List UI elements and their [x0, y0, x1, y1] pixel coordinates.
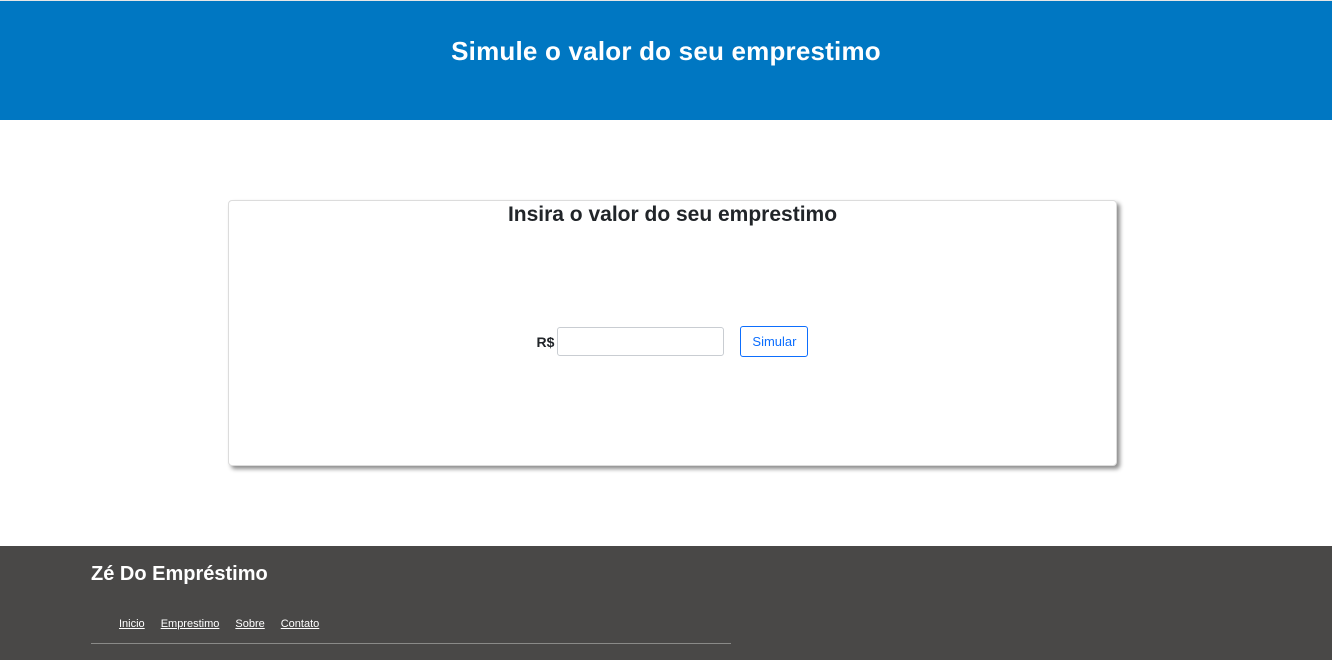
loan-simulation-card: Insira o valor do seu emprestimo R$ Simu…	[228, 200, 1117, 466]
footer-link-emprestimo[interactable]: Emprestimo	[161, 618, 220, 630]
loan-form: R$ Simular	[229, 326, 1116, 357]
footer-divider	[91, 643, 731, 644]
footer-link-inicio[interactable]: Inicio	[119, 618, 145, 630]
footer-brand: Zé Do Empréstimo	[91, 563, 268, 585]
footer-link-sobre[interactable]: Sobre	[235, 618, 264, 630]
page-title: Simule o valor do seu emprestimo	[451, 36, 881, 66]
top-banner: Simule o valor do seu emprestimo	[0, 0, 1332, 120]
footer-link-contato[interactable]: Contato	[281, 618, 320, 630]
card-title: Insira o valor do seu emprestimo	[507, 203, 838, 226]
footer-nav: Inicio Emprestimo Sobre Contato	[119, 618, 319, 630]
loan-amount-input[interactable]	[557, 327, 725, 356]
simulate-button[interactable]: Simular	[740, 326, 809, 357]
currency-label: R$	[536, 333, 555, 350]
footer: Zé Do Empréstimo Inicio Emprestimo Sobre…	[0, 546, 1332, 660]
